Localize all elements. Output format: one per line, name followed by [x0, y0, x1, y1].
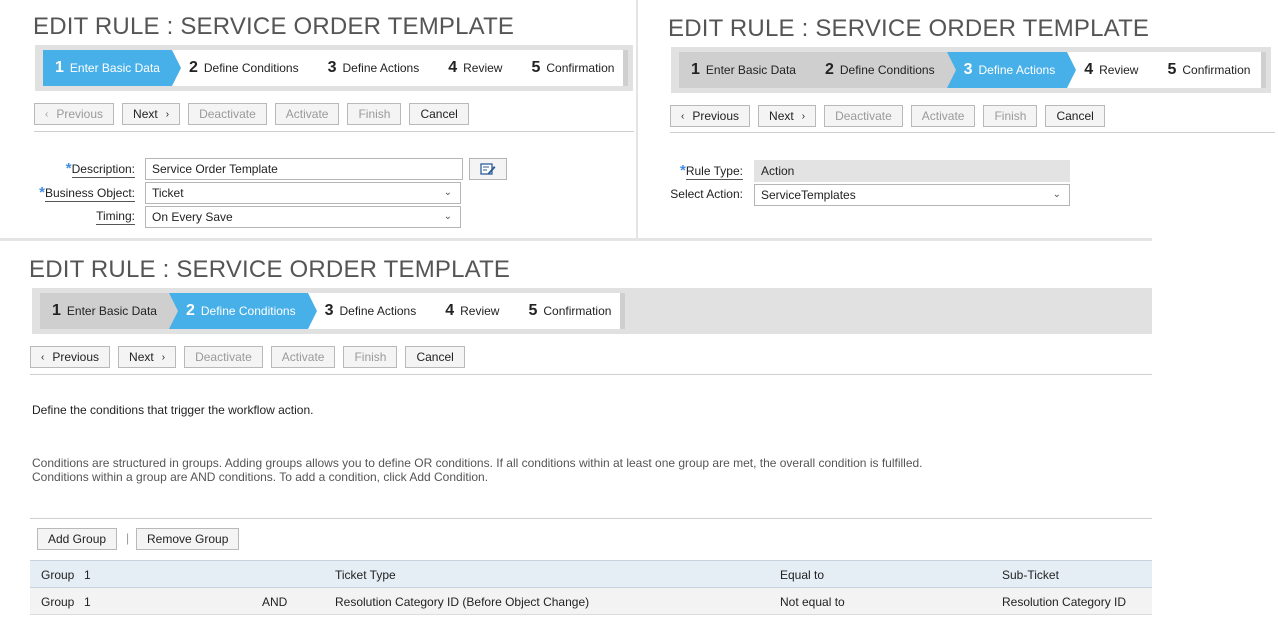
- description-label: *Description:: [65, 160, 135, 178]
- activate-button[interactable]: Activate: [274, 103, 340, 125]
- next-button[interactable]: Next ›: [758, 105, 817, 127]
- roadmap-end-bar: [623, 50, 628, 86]
- conditions-help-line-2: Conditions within a group are AND condit…: [32, 470, 489, 484]
- toolbar: ‹ Previous Next › Deactivate Activate Fini…: [30, 346, 465, 368]
- step-enter-basic-data[interactable]: 1 Enter Basic Data: [43, 50, 181, 86]
- chevron-left-icon: ‹: [681, 110, 685, 122]
- chevron-right-icon: ›: [801, 110, 806, 122]
- step-confirmation[interactable]: 5 Confirmation: [1150, 52, 1262, 88]
- field-cell: Ticket Type: [335, 568, 396, 582]
- group-number-cell: 1: [84, 568, 91, 582]
- cancel-button[interactable]: Cancel: [405, 346, 465, 368]
- finish-button[interactable]: Finish: [343, 346, 398, 368]
- step-define-conditions[interactable]: 2 Define Conditions: [168, 293, 317, 329]
- step-roadmap: 1 Enter Basic Data 2 Define Conditions 3 De…: [35, 45, 633, 91]
- chevron-left-icon: ‹: [41, 351, 45, 363]
- comparator-cell: Equal to: [780, 568, 825, 582]
- value-cell: Sub-Ticket: [1002, 568, 1059, 582]
- step-enter-basic-data[interactable]: 1 Enter Basic Data: [40, 293, 178, 329]
- group-cell: Group: [41, 568, 75, 582]
- divider: [34, 131, 634, 132]
- toolbar-separator: |: [126, 531, 130, 545]
- step-define-conditions[interactable]: 2 Define Conditions: [807, 52, 956, 88]
- add-group-button[interactable]: Add Group: [37, 528, 118, 550]
- step-define-actions[interactable]: 3 Define Actions: [308, 293, 437, 329]
- page-title: EDIT RULE : SERVICE ORDER TEMPLATE: [29, 256, 511, 283]
- roadmap-end-bar: [620, 293, 625, 329]
- chevron-left-icon: ‹: [45, 108, 49, 120]
- timing-select[interactable]: On Every Save ⌄: [145, 206, 461, 228]
- next-button[interactable]: Next ›: [122, 103, 181, 125]
- step-confirmation[interactable]: 5 Confirmation: [511, 293, 623, 329]
- chevron-down-icon: ⌄: [443, 187, 452, 198]
- activate-button[interactable]: Activate: [910, 105, 976, 127]
- previous-button[interactable]: ‹ Previous: [670, 105, 751, 127]
- deactivate-button[interactable]: Deactivate: [184, 346, 263, 368]
- toolbar: ‹ Previous Next › Deactivate Activate Fini…: [670, 105, 1105, 127]
- toolbar: ‹ Previous Next › Deactivate Activate Fini…: [34, 103, 469, 125]
- cancel-button[interactable]: Cancel: [1045, 105, 1105, 127]
- previous-button[interactable]: ‹ Previous: [34, 103, 115, 125]
- rule-type-value: Action: [754, 160, 1070, 182]
- roadmap-end-bar: [1261, 52, 1266, 88]
- business-object-label: *Business Object:: [39, 184, 135, 202]
- edit-icon: [480, 163, 496, 175]
- cancel-button[interactable]: Cancel: [409, 103, 469, 125]
- panel-define-conditions: EDIT RULE : SERVICE ORDER TEMPLATE 1 Ente…: [0, 238, 1152, 622]
- select-action-label: Select Action:: [670, 187, 743, 201]
- panel-enter-basic-data: EDIT RULE : SERVICE ORDER TEMPLATE 1 Ente…: [0, 0, 640, 238]
- conditions-intro: Define the conditions that trigger the w…: [32, 403, 314, 417]
- divider: [30, 374, 1152, 375]
- finish-button[interactable]: Finish: [347, 103, 402, 125]
- next-button[interactable]: Next ›: [118, 346, 177, 368]
- deactivate-button[interactable]: Deactivate: [188, 103, 267, 125]
- table-row[interactable]: Group 1 AND Resolution Category ID (Befo…: [30, 588, 1152, 615]
- comparator-cell: Not equal to: [780, 595, 845, 609]
- chevron-right-icon: ›: [161, 351, 166, 363]
- step-define-actions[interactable]: 3 Define Actions: [311, 50, 440, 86]
- step-review[interactable]: 4 Review: [1067, 52, 1160, 88]
- timing-label: Timing:: [96, 209, 135, 225]
- step-define-conditions[interactable]: 2 Define Conditions: [172, 50, 320, 86]
- step-roadmap: 1 Enter Basic Data 2 Define Conditions 3 De…: [671, 47, 1271, 93]
- step-review[interactable]: 4 Review: [428, 293, 521, 329]
- chevron-down-icon: ⌄: [443, 211, 452, 222]
- step-enter-basic-data[interactable]: 1 Enter Basic Data: [679, 52, 817, 88]
- page-title: EDIT RULE : SERVICE ORDER TEMPLATE: [668, 15, 1150, 42]
- panel-define-actions: EDIT RULE : SERVICE ORDER TEMPLATE 1 Ente…: [636, 0, 1278, 238]
- select-action-select[interactable]: ServiceTemplates ⌄: [754, 184, 1070, 206]
- remove-group-button[interactable]: Remove Group: [136, 528, 240, 550]
- finish-button[interactable]: Finish: [983, 105, 1038, 127]
- deactivate-button[interactable]: Deactivate: [824, 105, 903, 127]
- value-cell: Resolution Category ID: [1002, 595, 1127, 609]
- conditions-help-line-1: Conditions are structured in groups. Add…: [32, 456, 923, 470]
- step-roadmap: 1 Enter Basic Data 2 Define Conditions 3 De…: [32, 288, 1152, 334]
- step-review[interactable]: 4 Review: [431, 50, 524, 86]
- edit-description-button[interactable]: [469, 158, 507, 180]
- business-object-select[interactable]: Ticket ⌄: [145, 182, 461, 204]
- group-number-cell: 1: [84, 595, 91, 609]
- previous-button[interactable]: ‹ Previous: [30, 346, 111, 368]
- field-cell: Resolution Category ID (Before Object Ch…: [335, 595, 590, 609]
- page-title: EDIT RULE : SERVICE ORDER TEMPLATE: [33, 13, 515, 40]
- group-cell: Group: [41, 595, 75, 609]
- divider: [30, 518, 1152, 519]
- table-row[interactable]: Group 1 Ticket Type Equal to Sub-Ticket: [30, 560, 1152, 588]
- step-confirmation[interactable]: 5 Confirmation: [514, 50, 626, 86]
- description-input[interactable]: Service Order Template: [145, 158, 463, 180]
- operator-cell: AND: [262, 595, 288, 609]
- step-define-actions[interactable]: 3 Define Actions: [946, 52, 1076, 88]
- rule-type-label: *Rule Type:: [680, 162, 743, 180]
- activate-button[interactable]: Activate: [270, 346, 336, 368]
- chevron-down-icon: ⌄: [1052, 189, 1061, 200]
- chevron-right-icon: ›: [165, 108, 170, 120]
- divider: [670, 132, 1275, 133]
